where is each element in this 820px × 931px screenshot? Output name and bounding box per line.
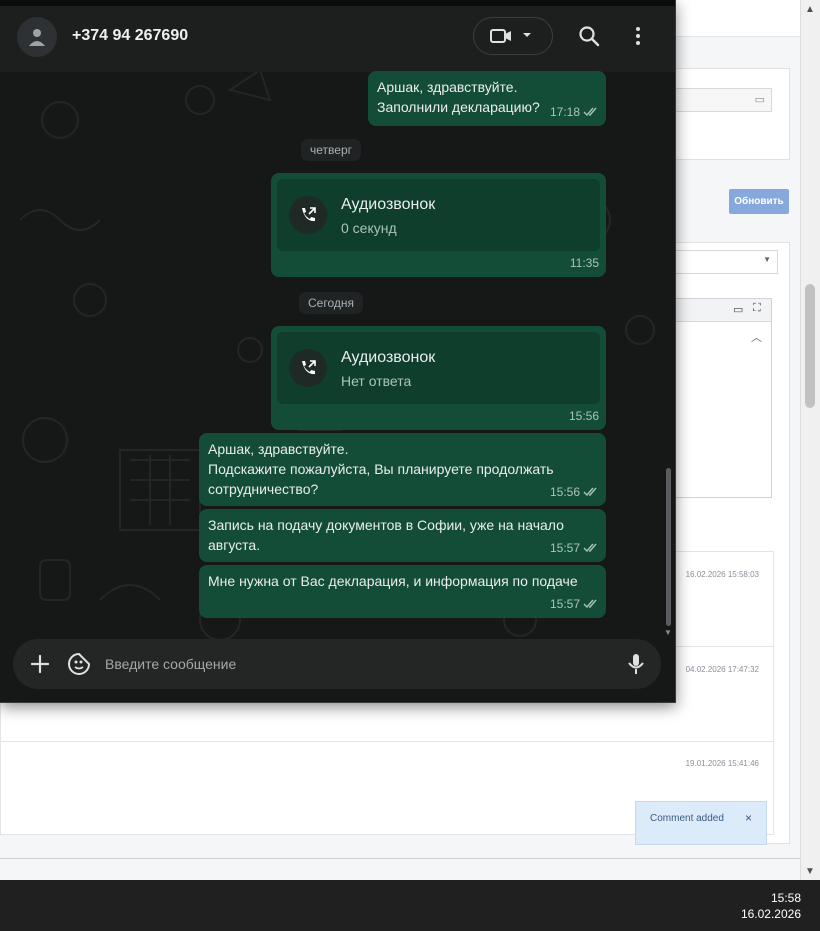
day-separator: Сегодня — [299, 292, 363, 314]
calendar-icon: ▭ — [754, 94, 765, 106]
comment-timestamp: 19.01.2026 15:41:46 — [685, 759, 759, 768]
message-time: 11:35 — [569, 256, 599, 270]
outgoing-message[interactable]: Мне нужна от Вас декларация, и информаци… — [199, 565, 606, 618]
message-time: 15:56 — [568, 409, 599, 423]
chat-scrollbar[interactable] — [666, 468, 671, 626]
chevron-up-icon[interactable]: ︿ — [751, 329, 762, 345]
bg-select[interactable]: ▼ — [674, 250, 778, 274]
comment-timestamp: 04.02.2026 17:47:32 — [685, 665, 759, 674]
double-check-icon — [583, 599, 597, 609]
toast-close-button[interactable]: × — [745, 811, 752, 825]
message-time: 15:56 — [549, 485, 580, 499]
message-text: Аршак, здравствуйте. Подскажите пожалуйс… — [208, 441, 554, 497]
message-meta: 11:35 — [570, 253, 599, 273]
outgoing-message[interactable]: Запись на подачу документов в Софии, уже… — [199, 509, 606, 562]
chat-header: +374 94 267690 — [0, 0, 675, 72]
whatsapp-chat-window: +374 94 267690 Аршак, здравствуйте. Запо… — [0, 0, 676, 703]
call-card: Аудиозвонок 0 секунд — [277, 179, 600, 251]
call-title: Аудиозвонок — [341, 349, 436, 366]
divider — [0, 858, 800, 859]
message-text: Мне нужна от Вас декларация, и информаци… — [208, 573, 578, 589]
phone-outgoing-icon — [289, 349, 327, 387]
search-icon[interactable] — [578, 25, 600, 47]
message-meta: 17:18 — [550, 102, 599, 122]
kebab-menu-icon[interactable] — [628, 24, 648, 48]
audio-call-bubble[interactable]: Аудиозвонок Нет ответа 15:56 — [271, 326, 606, 430]
scroll-down-icon[interactable]: ▼ — [664, 628, 672, 637]
video-call-button[interactable] — [473, 17, 553, 55]
video-camera-icon — [490, 29, 511, 43]
bg-topbar — [674, 0, 800, 37]
chevron-down-icon — [523, 33, 531, 37]
bg-comment-editor[interactable]: ▭ ⛶ ︿ — [674, 298, 772, 498]
scroll-up-icon[interactable]: ▲ — [805, 4, 815, 15]
bg-date-input[interactable]: ▭ — [674, 88, 772, 112]
toast-notification: Comment added × — [635, 801, 767, 845]
message-meta: 15:57 — [550, 594, 599, 614]
message-composer: Введите сообщение — [13, 639, 661, 689]
message-meta: 15:57 — [550, 538, 599, 558]
message-time: 17:18 — [549, 105, 580, 119]
fullscreen-icon[interactable]: ⛶ — [753, 302, 761, 315]
source-icon[interactable]: ▭ — [733, 303, 743, 316]
message-time: 15:57 — [549, 597, 580, 611]
call-card: Аудиозвонок Нет ответа — [277, 332, 600, 404]
message-meta: 15:56 — [569, 406, 599, 426]
message-time: 15:57 — [549, 541, 580, 555]
double-check-icon — [583, 543, 597, 553]
message-text: Запись на подачу документов в Софии, уже… — [208, 517, 564, 553]
plus-icon[interactable] — [29, 653, 51, 675]
taskbar-clock-time[interactable]: 15:58 — [771, 891, 801, 905]
phone-outgoing-icon — [289, 196, 327, 234]
double-check-icon — [583, 487, 597, 497]
microphone-icon[interactable] — [627, 653, 645, 675]
sticker-icon[interactable] — [67, 652, 91, 676]
person-icon[interactable] — [17, 17, 57, 57]
contact-name[interactable]: +374 94 267690 — [72, 27, 188, 45]
outgoing-message[interactable]: Аршак, здравствуйте. Подскажите пожалуйс… — [199, 433, 606, 506]
editor-toolbar: ▭ ⛶ — [675, 299, 771, 322]
double-check-icon — [583, 107, 597, 117]
dropdown-arrow-icon: ▼ — [763, 255, 771, 264]
toast-text: Comment added — [650, 813, 724, 824]
outgoing-message[interactable]: Аршак, здравствуйте. Заполнили деклараци… — [368, 71, 606, 126]
message-input[interactable]: Введите сообщение — [105, 656, 236, 672]
audio-call-bubble[interactable]: Аудиозвонок 0 секунд 11:35 — [271, 173, 606, 277]
message-meta: 15:56 — [550, 482, 599, 502]
call-title: Аудиозвонок — [341, 196, 436, 213]
comment-timestamp: 16.02.2026 15:58:03 — [685, 570, 759, 579]
page-scrollbar[interactable]: ▲ ▼ — [800, 0, 820, 880]
taskbar-clock-date[interactable]: 16.02.2026 — [741, 907, 801, 921]
day-separator: четверг — [301, 139, 361, 161]
scroll-down-icon[interactable]: ▼ — [805, 866, 815, 877]
refresh-button[interactable]: Обновить — [729, 189, 789, 214]
call-status: Нет ответа — [341, 373, 412, 389]
call-status: 0 секунд — [341, 220, 397, 236]
bg-filter-card — [674, 68, 790, 160]
taskbar: 15:58 16.02.2026 — [0, 880, 820, 931]
scrollbar-thumb[interactable] — [805, 284, 815, 408]
